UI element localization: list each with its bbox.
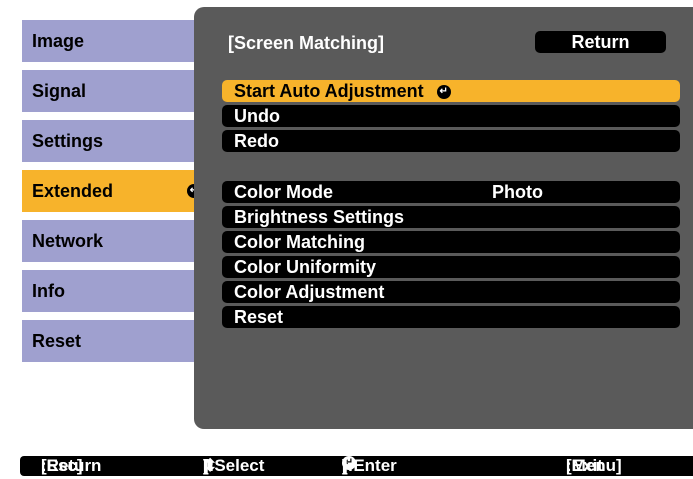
select-action-label: ]:Select xyxy=(203,456,265,475)
sidebar-item-reset[interactable]: Reset xyxy=(22,320,210,362)
menu-item-label: Reset xyxy=(234,307,284,327)
sidebar-item-network[interactable]: Network xyxy=(22,220,210,262)
sidebar-item-label: Signal xyxy=(32,81,87,101)
menu-item-label: Undo xyxy=(234,106,280,126)
sidebar-item-label: Image xyxy=(32,31,85,51)
sidebar-item-image[interactable]: Image xyxy=(22,20,210,62)
menu-item-label: Brightness Settings xyxy=(234,207,405,227)
menu-item-label: Redo xyxy=(234,131,279,151)
sidebar-item-signal[interactable]: Signal xyxy=(22,70,210,112)
return-button[interactable]: Return xyxy=(535,31,666,53)
menu-item-label: Color Mode xyxy=(234,182,333,202)
menu-item-undo[interactable]: Undo xyxy=(222,105,680,127)
menu-item-brightness-settings[interactable]: Brightness Settings xyxy=(222,206,680,228)
sidebar-item-label: Network xyxy=(32,231,104,251)
menu-item-start-auto-adjustment[interactable]: Start Auto Adjustment ↵ xyxy=(222,80,680,102)
menu-item-color-adjustment[interactable]: Color Adjustment xyxy=(222,281,680,303)
sidebar-item-settings[interactable]: Settings xyxy=(22,120,210,162)
menu-item-color-mode[interactable]: Color Mode Photo xyxy=(222,181,680,203)
enter-icon: ↵ xyxy=(436,85,451,100)
sidebar-item-extended[interactable]: Extended ↵ xyxy=(22,170,210,212)
color-mode-value: Photo xyxy=(492,182,543,202)
page-title: [Screen Matching] xyxy=(228,33,385,53)
menu-item-label: Start Auto Adjustment xyxy=(234,81,424,101)
key-guide-bar: [Esc]:Return [⬍]:Select [↵]:Enter [Menu]… xyxy=(20,456,693,476)
menu-item-redo[interactable]: Redo xyxy=(222,130,680,152)
sidebar-item-label: Info xyxy=(32,281,65,301)
menu-item-color-matching[interactable]: Color Matching xyxy=(222,231,680,253)
sidebar-item-label: Reset xyxy=(32,331,82,351)
menu-item-label: Color Adjustment xyxy=(234,282,385,302)
menu-item-label: Color Matching xyxy=(234,232,365,252)
menu-item-reset[interactable]: Reset xyxy=(222,306,680,328)
sidebar-item-label: Extended xyxy=(32,181,114,201)
esc-action-label: :Return xyxy=(41,456,102,475)
sidebar-item-label: Settings xyxy=(32,131,104,151)
menu-action-label: :Exit xyxy=(566,456,603,475)
sidebar-item-info[interactable]: Info xyxy=(22,270,210,312)
menu-item-color-uniformity[interactable]: Color Uniformity xyxy=(222,256,680,278)
enter-action-label: ]:Enter xyxy=(342,456,397,475)
menu-item-label: Color Uniformity xyxy=(234,257,376,277)
